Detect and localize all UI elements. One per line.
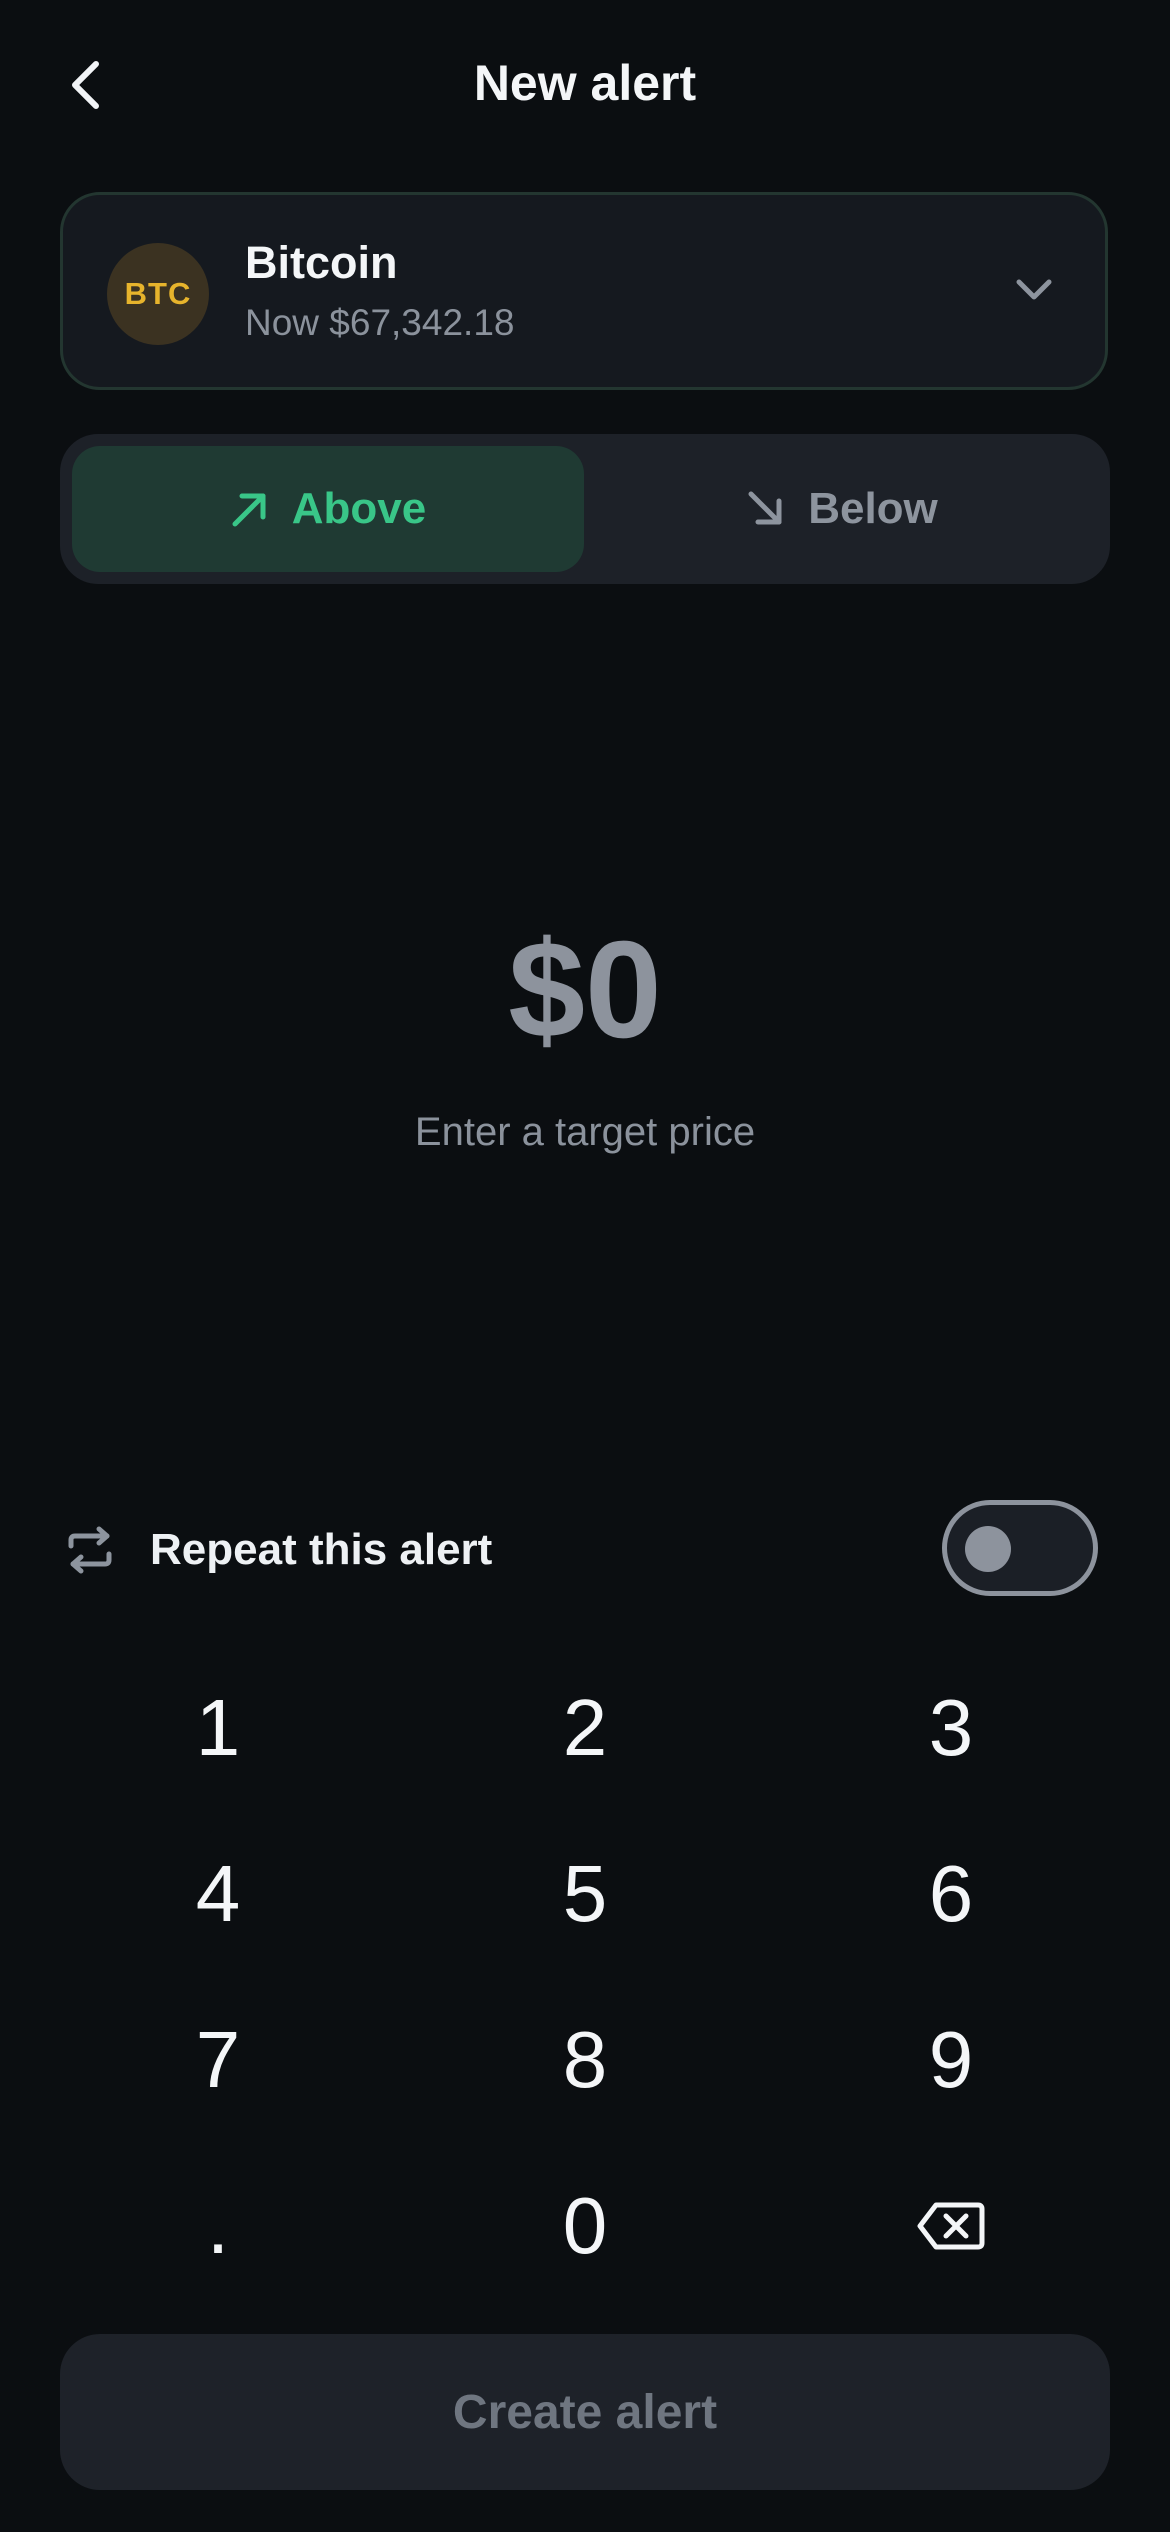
key-0[interactable]: 0 xyxy=(435,2156,735,2296)
repeat-icon xyxy=(60,1520,120,1580)
arrow-down-right-icon xyxy=(748,491,782,525)
direction-above-label: Above xyxy=(291,484,427,533)
key-7[interactable]: 7 xyxy=(68,1990,368,2130)
coin-selector[interactable]: BTC Bitcoin Now $67,342.18 xyxy=(60,192,1108,390)
create-alert-label: Create alert xyxy=(452,2385,718,2439)
coin-name: Bitcoin xyxy=(245,237,398,288)
direction-toggle: Above Below xyxy=(60,434,1110,584)
coin-current-price: Now $67,342.18 xyxy=(245,302,515,343)
key-2[interactable]: 2 xyxy=(435,1658,735,1798)
coin-avatar: BTC xyxy=(107,243,209,345)
key-1[interactable]: 1 xyxy=(68,1658,368,1798)
page-title: New alert xyxy=(473,55,697,111)
create-alert-button[interactable]: Create alert xyxy=(60,2334,1110,2490)
key-decimal[interactable]: . xyxy=(68,2156,368,2296)
arrow-up-right-icon xyxy=(232,493,266,527)
repeat-alert-row: Repeat this alert xyxy=(60,1500,1110,1600)
key-9[interactable]: 9 xyxy=(801,1990,1101,2130)
direction-below-button[interactable]: Below xyxy=(586,446,1098,572)
chevron-down-icon xyxy=(1009,265,1059,315)
key-5[interactable]: 5 xyxy=(435,1824,735,1964)
target-price-hint: Enter a target price xyxy=(414,1110,756,1154)
toggle-knob xyxy=(965,1526,1011,1572)
key-6[interactable]: 6 xyxy=(801,1824,1101,1964)
repeat-alert-label: Repeat this alert xyxy=(150,1525,493,1574)
key-3[interactable]: 3 xyxy=(801,1658,1101,1798)
key-4[interactable]: 4 xyxy=(68,1824,368,1964)
repeat-alert-toggle[interactable] xyxy=(942,1500,1098,1596)
target-price-display: $0 xyxy=(508,913,662,1067)
backspace-icon xyxy=(917,2202,985,2250)
key-8[interactable]: 8 xyxy=(435,1990,735,2130)
coin-symbol: BTC xyxy=(124,276,192,311)
direction-below-label: Below xyxy=(808,484,938,533)
key-backspace[interactable] xyxy=(801,2156,1101,2296)
direction-above-button[interactable]: Above xyxy=(72,446,584,572)
